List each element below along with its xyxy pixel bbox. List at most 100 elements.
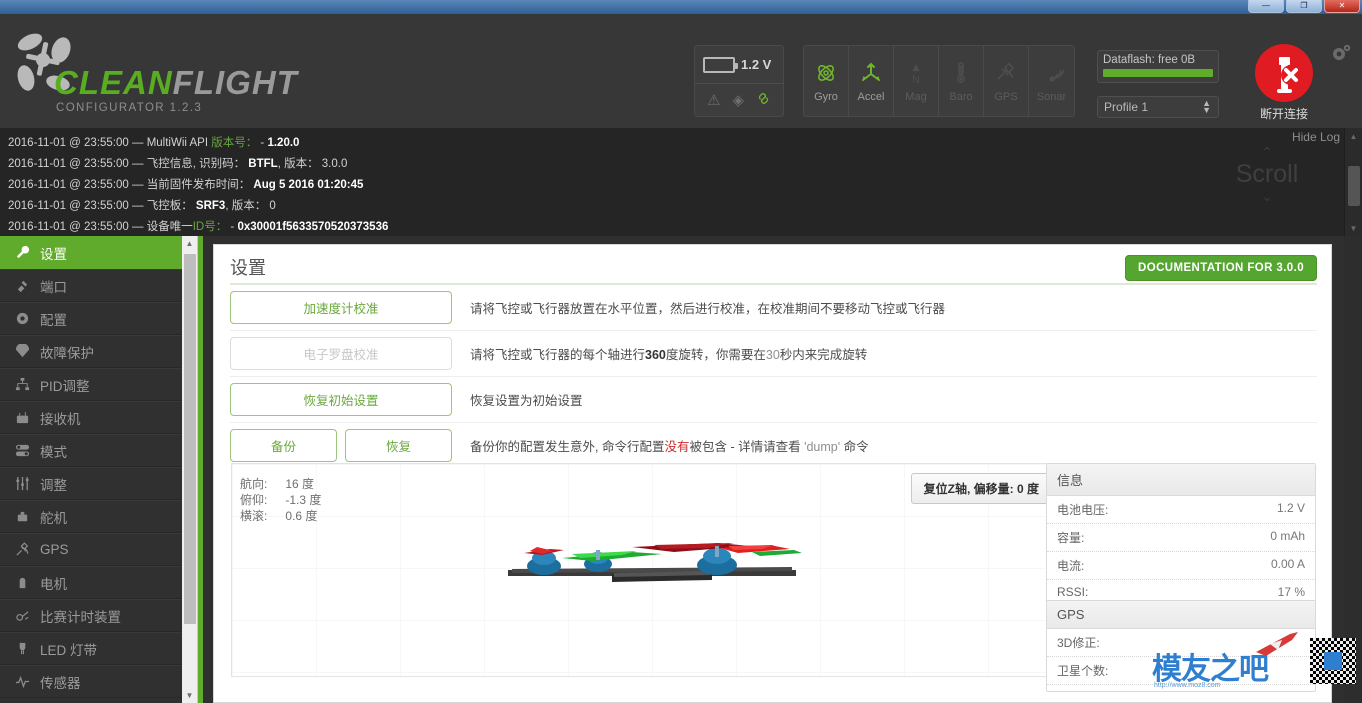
qr-code <box>1310 638 1356 684</box>
sensor-sonar[interactable]: Sonar <box>1029 46 1074 116</box>
sidebar-scrollbar[interactable]: ▲ ▼ <box>182 236 198 703</box>
sidebar-item-motors[interactable]: 电机 <box>0 566 182 599</box>
reset-z-axis-button[interactable]: 复位Z轴, 偏移量: 0 度 <box>910 473 1052 504</box>
attitude-row: 横滚: 0.6 度 <box>240 508 321 524</box>
motor-icon <box>13 575 31 590</box>
scroll-down-icon[interactable]: ▼ <box>182 688 197 703</box>
sensor-gps-label: GPS <box>994 90 1018 103</box>
gear-icon[interactable] <box>1330 42 1352 69</box>
sidebar-label: 调整 <box>40 477 67 493</box>
sidebar-item-race-timer[interactable]: 比赛计时装置 <box>0 599 182 632</box>
sidebar-item-servos[interactable]: 舵机 <box>0 500 182 533</box>
sidebar-item-led-strip[interactable]: LED 灯带 <box>0 632 182 665</box>
flight-status-icons: ⚠ ◈ <box>695 84 783 116</box>
info-value: 0 mAh <box>1270 529 1305 543</box>
info-row: 电池电压: 1.2 V <box>1047 496 1315 524</box>
battery-icon <box>703 56 738 73</box>
reset-settings-button[interactable]: 恢复初始设置 <box>230 383 452 416</box>
action-description: 备份你的配置发生意外, 命令行配置没有被包含 - 详情请查看 'dump' 命令 <box>452 436 869 455</box>
calibrate-accelerometer-button[interactable]: 加速度计校准 <box>230 291 452 324</box>
compass-icon: N <box>905 60 927 86</box>
log-bold: SRF3 <box>195 200 226 212</box>
close-icon: ✕ <box>1338 1 1346 10</box>
sidebar-item-modes[interactable]: 模式 <box>0 434 182 467</box>
svg-text:N: N <box>912 74 920 85</box>
battery-voltage-row: 1.2 V <box>695 46 783 84</box>
backup-button[interactable]: 备份 <box>230 429 337 462</box>
log-scrollbar[interactable]: ▲ ▼ <box>1344 128 1362 236</box>
sensor-accel-label: Accel <box>857 90 885 103</box>
button-group: 电子罗盘校准 <box>230 337 452 370</box>
main-content: 设置 DOCUMENTATION FOR 3.0.0 加速度计校准 请将飞控或飞… <box>203 236 1344 703</box>
sidebar-nav: 设置 端口 配置 故障保护 PID调整 接收机 模式 调整 舵机 GPS 电机 <box>0 236 182 703</box>
attitude-row: 航向: 16 度 <box>240 476 321 492</box>
logo-subtitle: CONFIGURATOR 1.2.3 <box>56 102 203 114</box>
chevron-updown-icon: ▲ ▼ <box>1202 98 1211 115</box>
info-panel: 信息 电池电压: 1.2 V 容量: 0 mAh 电流: 0.00 A RSSI… <box>1046 463 1316 605</box>
link-icon <box>756 91 771 109</box>
sidebar-label: 配置 <box>40 312 67 328</box>
desc-text: 恢复设置为初始设置 <box>470 394 583 408</box>
sonar-icon <box>1040 60 1064 86</box>
log-line: 2016-11-01 @ 23:55:00 — 设备唯一ID号： - 0x300… <box>8 217 1336 236</box>
scroll-up-icon[interactable]: ▲ <box>182 236 197 251</box>
maximize-icon: ❐ <box>1300 1 1308 10</box>
warning-icon: ⚠ <box>707 91 721 109</box>
log-line: 2016-11-01 @ 23:55:00 — 当前固件发布时间： Aug 5 … <box>8 175 1336 196</box>
maximize-button[interactable]: ❐ <box>1286 0 1322 13</box>
sidebar-scroll-thumb[interactable] <box>184 254 196 624</box>
scroll-up-icon[interactable]: ▲ <box>1345 128 1362 144</box>
sensor-mag-label: Mag <box>905 90 927 103</box>
sensor-gyro[interactable]: Gyro <box>804 46 849 116</box>
restore-button[interactable]: 恢复 <box>345 429 452 462</box>
log-green: 版本号： <box>211 137 258 149</box>
sensor-gps[interactable]: GPS <box>984 46 1029 116</box>
sidebar-item-receiver[interactable]: 接收机 <box>0 401 182 434</box>
info-key: 容量: <box>1057 531 1085 545</box>
model-viewport[interactable]: 航向: 16 度 俯仰: -1.3 度 横滚: 0.6 度 复位Z轴, 偏移量:… <box>231 463 1063 677</box>
documentation-button[interactable]: DOCUMENTATION FOR 3.0.0 <box>1125 255 1317 281</box>
sensor-mag[interactable]: N Mag <box>894 46 939 116</box>
parachute-icon <box>13 344 31 359</box>
sensor-accel[interactable]: Accel <box>849 46 894 116</box>
gps-key: 3D修正: <box>1057 636 1100 650</box>
action-description: 恢复设置为初始设置 <box>452 390 583 409</box>
sidebar-item-failsafe[interactable]: 故障保护 <box>0 335 182 368</box>
sidebar-item-pid-tuning[interactable]: PID调整 <box>0 368 182 401</box>
action-description: 请将飞控或飞行器放置在水平位置，然后进行校准，在校准期间不要移动飞控或飞行器 <box>452 298 945 317</box>
hide-log-button[interactable]: Hide Log <box>1292 130 1340 144</box>
settings-panel: 设置 DOCUMENTATION FOR 3.0.0 加速度计校准 请将飞控或飞… <box>213 244 1332 703</box>
log-panel: 2016-11-01 @ 23:55:00 — MultiWii API 版本号… <box>0 128 1344 236</box>
sliders-icon <box>13 476 31 491</box>
led-icon <box>13 641 31 656</box>
minimize-icon: — <box>1262 1 1270 10</box>
sidebar-item-adjustments[interactable]: 调整 <box>0 467 182 500</box>
sidebar-label: 故障保护 <box>40 345 94 361</box>
profile-select[interactable]: Profile 1 ▲ ▼ <box>1097 96 1219 118</box>
sidebar-item-gps[interactable]: GPS <box>0 533 182 566</box>
minimize-button[interactable]: — <box>1248 0 1284 13</box>
disconnect-button[interactable]: 断开连接 <box>1251 44 1317 122</box>
log-scroll-thumb[interactable] <box>1348 166 1360 206</box>
os-titlebar: — ❐ ✕ <box>0 0 1362 14</box>
scroll-down-icon[interactable]: ▼ <box>1345 220 1362 236</box>
sidebar-item-configuration[interactable]: 配置 <box>0 302 182 335</box>
info-row: 容量: 0 mAh <box>1047 524 1315 552</box>
log-tail: - <box>257 137 268 149</box>
toggles-icon <box>13 443 31 458</box>
desc-mono: 'dump' <box>804 440 841 454</box>
sidebar-item-ports[interactable]: 端口 <box>0 269 182 302</box>
sensor-gyro-label: Gyro <box>814 90 838 103</box>
sidebar-item-sensors[interactable]: 传感器 <box>0 665 182 698</box>
action-row-reset-settings: 恢复初始设置 恢复设置为初始设置 <box>230 377 1317 423</box>
logo-wordmark: CLEANFLIGHT <box>54 66 298 99</box>
sidebar-item-settings[interactable]: 设置 <box>0 236 182 269</box>
close-button[interactable]: ✕ <box>1324 0 1360 13</box>
scroll-label: Scroll <box>1235 160 1299 188</box>
wrench-icon <box>13 245 31 260</box>
sensor-baro[interactable]: Baro <box>939 46 984 116</box>
sidebar-label: 电机 <box>40 576 67 592</box>
sidebar-label: 设置 <box>40 246 67 262</box>
calibrate-magnetometer-button[interactable]: 电子罗盘校准 <box>230 337 452 370</box>
log-text: 2016-11-01 @ 23:55:00 — 当前固件发布时间： <box>8 179 251 191</box>
